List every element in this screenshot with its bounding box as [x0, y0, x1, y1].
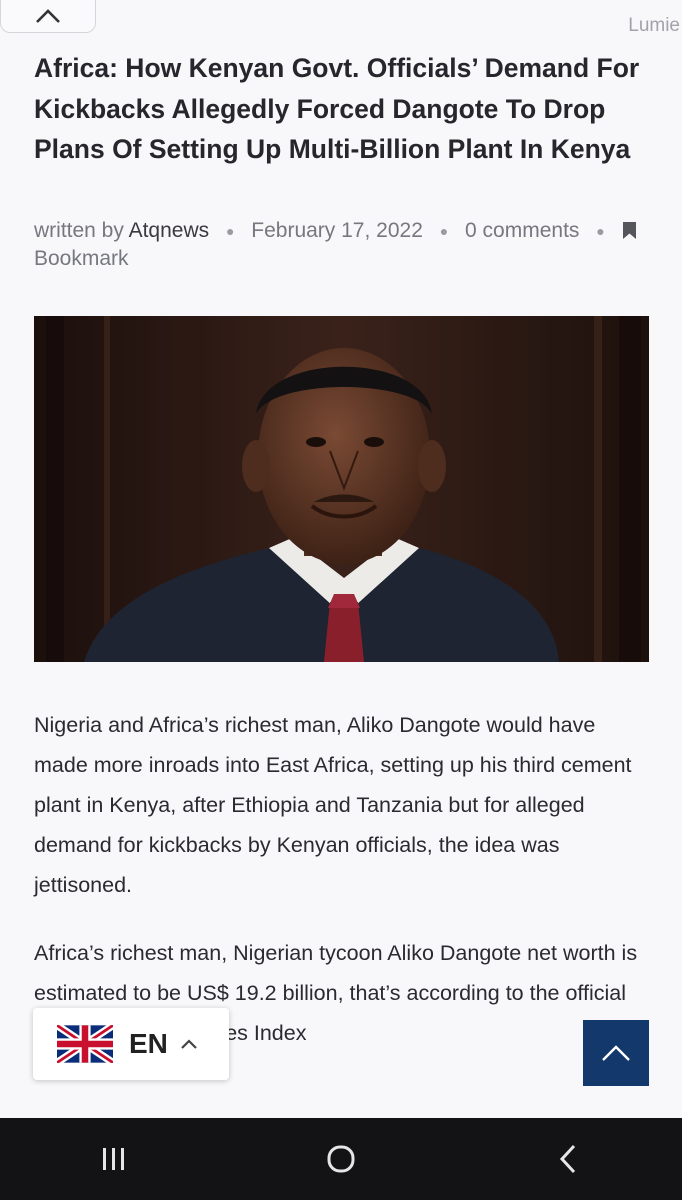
- bookmark-icon: [622, 222, 636, 239]
- scroll-to-top-button[interactable]: [583, 1020, 649, 1086]
- uk-flag-icon: [57, 1025, 113, 1063]
- article-title: Africa: How Kenyan Govt. Officials’ Dema…: [34, 53, 640, 164]
- language-code: EN: [129, 1028, 168, 1059]
- comments-link[interactable]: 0 comments: [465, 219, 579, 242]
- article-paragraph: Nigeria and Africa’s richest man, Aliko …: [34, 713, 632, 897]
- written-by-label: written by: [34, 219, 124, 242]
- article-hero-image: [34, 316, 649, 662]
- chevron-up-icon: [36, 9, 60, 23]
- android-navigation-bar: [0, 1118, 682, 1200]
- chevron-up-icon: [181, 1039, 197, 1049]
- article-meta: written by Atqnews ● February 17, 2022 ●…: [34, 217, 654, 273]
- meta-separator: ●: [225, 223, 235, 240]
- meta-separator: ●: [596, 223, 605, 240]
- publish-date: February 17, 2022: [251, 219, 423, 242]
- chevron-up-icon: [602, 1045, 630, 1061]
- author-link[interactable]: Atqnews: [129, 219, 210, 242]
- back-icon: [560, 1144, 576, 1174]
- recent-apps-button[interactable]: [64, 1129, 164, 1189]
- back-button[interactable]: [518, 1129, 618, 1189]
- recent-apps-icon: [102, 1148, 124, 1170]
- meta-separator: ●: [439, 223, 449, 240]
- site-brand: Lumie: [628, 15, 680, 36]
- language-switcher[interactable]: EN: [33, 1008, 229, 1080]
- home-button[interactable]: [291, 1129, 391, 1189]
- home-icon: [327, 1145, 355, 1173]
- collapse-toggle-button[interactable]: [0, 0, 96, 33]
- bookmark-label: Bookmark: [34, 247, 129, 271]
- article-page: Lumie Africa: How Kenyan Govt. Officials…: [0, 0, 682, 1118]
